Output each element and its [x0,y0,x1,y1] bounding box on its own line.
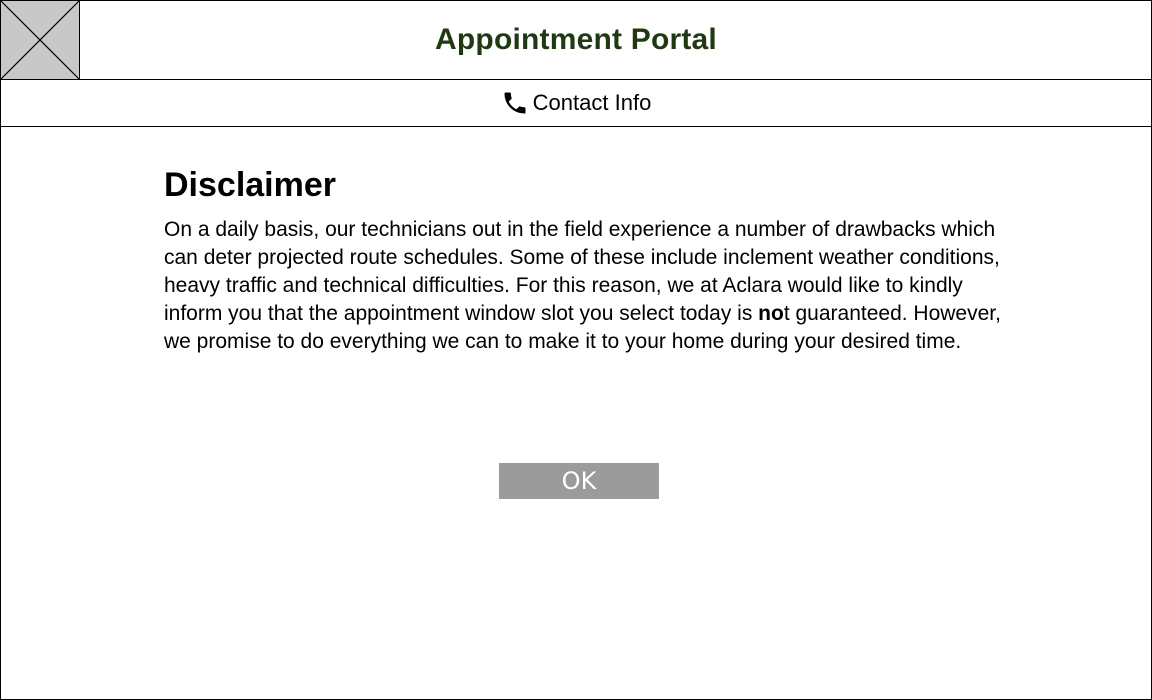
contact-info-label: Contact Info [532,90,652,115]
phone-icon [501,87,529,119]
disclaimer-section: Disclaimer On a daily basis, our technic… [164,165,1004,356]
app-window: Appointment Portal Contact Info Disclaim… [0,0,1152,700]
contact-info-link[interactable]: Contact Info [501,87,652,119]
header: Appointment Portal [1,1,1151,80]
placeholder-image-icon [1,1,80,79]
ok-button[interactable]: OK [499,463,659,499]
disclaimer-text: On a daily basis, our technicians out in… [164,216,1004,356]
contact-bar: Contact Info [1,80,1151,127]
disclaimer-heading: Disclaimer [164,166,336,204]
disclaimer-text-emphasis: no [758,302,784,325]
page-title: Appointment Portal [435,23,717,56]
